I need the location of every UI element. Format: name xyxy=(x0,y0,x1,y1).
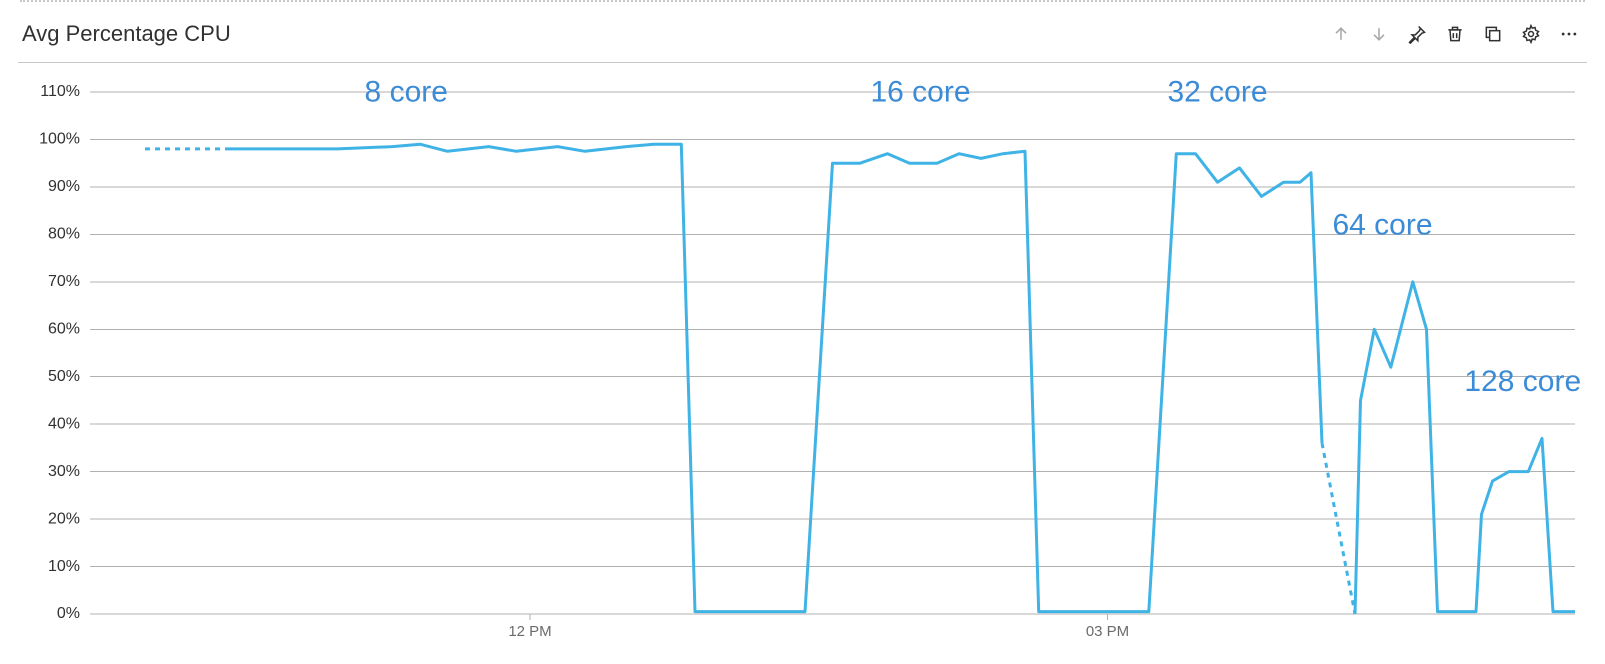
y-tick-label: 0% xyxy=(57,605,80,622)
y-tick-label: 80% xyxy=(48,226,80,243)
clone-button[interactable] xyxy=(1479,20,1507,48)
y-tick-label: 10% xyxy=(48,558,80,575)
x-tick-label: 03 PM xyxy=(1086,623,1129,640)
move-up-button[interactable] xyxy=(1327,20,1355,48)
cpu-series xyxy=(1355,282,1575,614)
y-tick-label: 90% xyxy=(48,178,80,195)
chart-annotation: 64 core xyxy=(1332,208,1432,241)
chart-annotation: 128 core xyxy=(1464,365,1581,398)
line-chart: 0% 10% 20% 30% 40% 50% 60% 70% 80% 90% 100% 110% 12 … xyxy=(20,80,1585,654)
y-tick-label: 20% xyxy=(48,510,80,527)
chart-annotation: 8 core xyxy=(365,80,448,108)
y-tick-label: 60% xyxy=(48,320,80,337)
more-button[interactable] xyxy=(1555,20,1583,48)
header-divider xyxy=(18,62,1587,63)
chart-area: 0% 10% 20% 30% 40% 50% 60% 70% 80% 90% 100% 110% 12 … xyxy=(20,80,1585,654)
metrics-panel: Avg Percentage CPU xyxy=(0,0,1605,664)
y-tick-label: 70% xyxy=(48,273,80,290)
panel-header: Avg Percentage CPU xyxy=(0,12,1605,56)
y-tick-label: 100% xyxy=(39,131,80,148)
y-tick-label: 110% xyxy=(40,83,80,100)
y-tick-label: 30% xyxy=(48,463,80,480)
chart-annotation: 32 core xyxy=(1167,80,1267,108)
delete-button[interactable] xyxy=(1441,20,1469,48)
cpu-series xyxy=(228,144,1323,611)
chart-annotation: 16 core xyxy=(870,80,970,108)
y-tick-label: 50% xyxy=(48,368,80,385)
move-down-button[interactable] xyxy=(1365,20,1393,48)
settings-button[interactable] xyxy=(1517,20,1545,48)
pin-button[interactable] xyxy=(1403,20,1431,48)
x-tick-label: 12 PM xyxy=(508,623,551,640)
panel-toolbar xyxy=(1327,20,1583,48)
y-tick-label: 40% xyxy=(48,415,80,432)
cpu-series xyxy=(1322,443,1355,614)
panel-top-divider xyxy=(20,0,1585,2)
panel-title: Avg Percentage CPU xyxy=(22,21,231,47)
